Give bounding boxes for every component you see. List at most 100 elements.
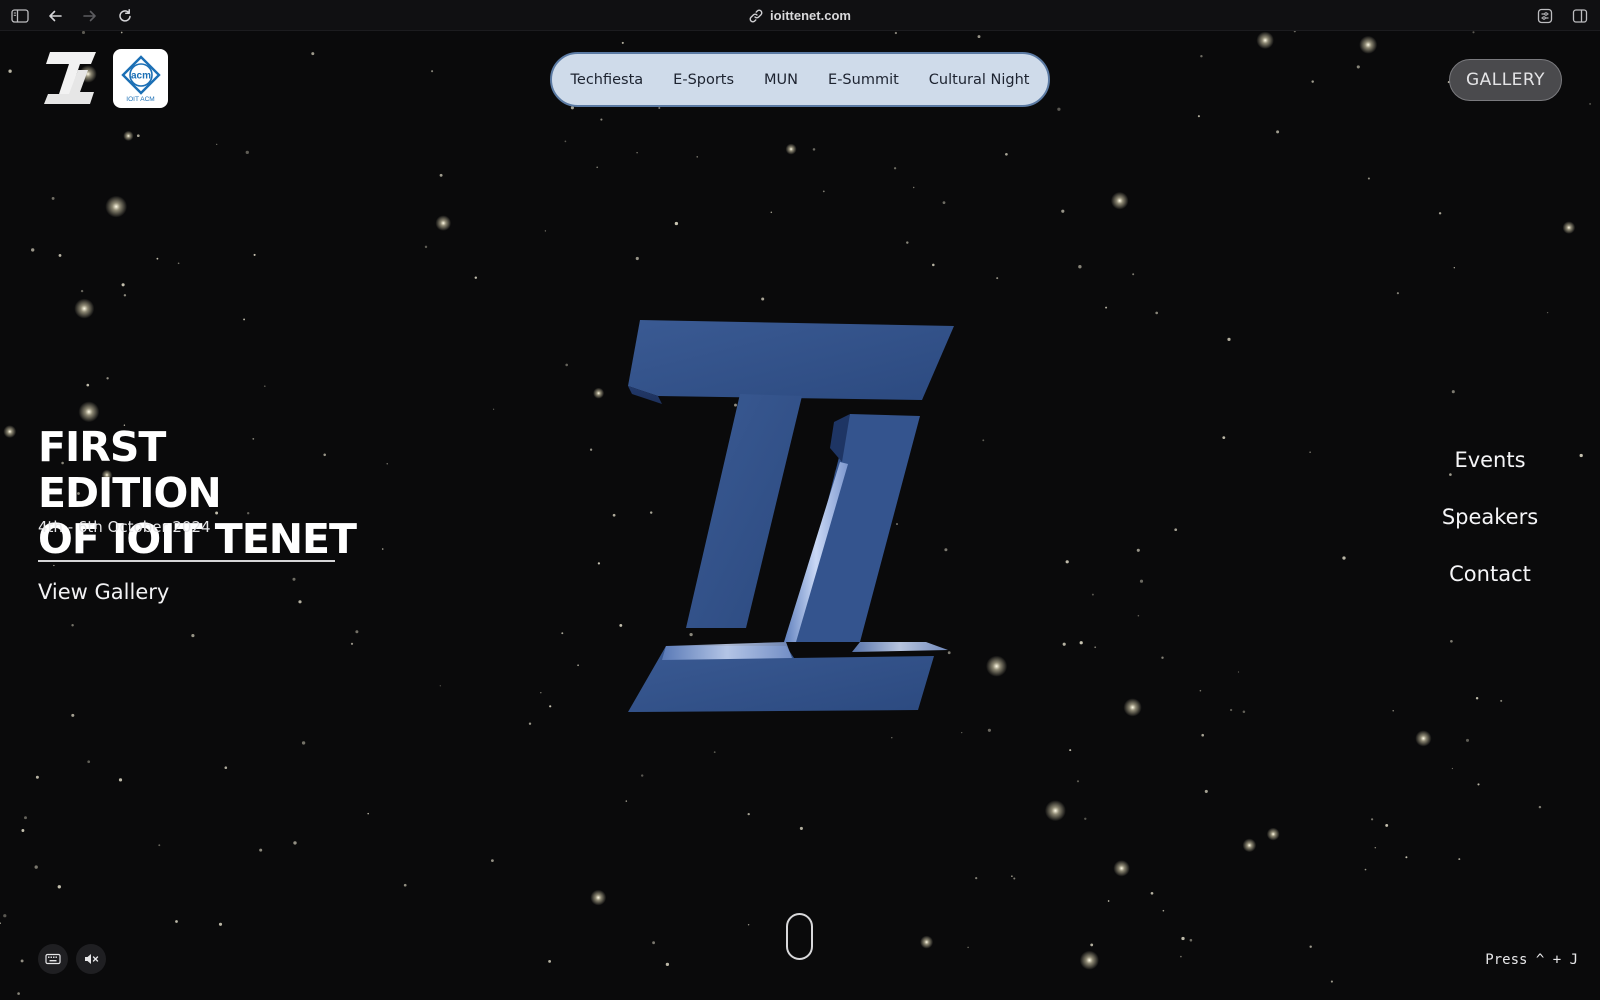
star <box>1451 390 1455 394</box>
star <box>439 173 443 177</box>
star <box>431 70 434 73</box>
star <box>975 877 978 880</box>
star <box>1139 579 1144 583</box>
star <box>961 731 963 734</box>
star <box>1438 212 1442 215</box>
star-glow <box>1242 838 1257 853</box>
star <box>982 439 985 442</box>
nav-contact[interactable]: Contact <box>1430 554 1550 611</box>
star <box>1161 656 1164 659</box>
star <box>799 826 803 830</box>
star <box>1132 273 1135 276</box>
back-icon[interactable] <box>45 6 65 26</box>
split-view-icon[interactable] <box>1570 6 1590 26</box>
star <box>1237 671 1240 673</box>
event-date: 4th - 6th October 2024 <box>38 518 211 536</box>
star <box>544 230 547 232</box>
star <box>597 562 601 565</box>
star <box>1451 767 1454 770</box>
nav-e-sports[interactable]: E-Sports <box>673 72 734 88</box>
star <box>106 377 109 380</box>
star <box>674 221 679 226</box>
keyboard-icon[interactable] <box>38 944 68 974</box>
star <box>53 564 55 567</box>
star <box>259 848 263 852</box>
star <box>1538 805 1542 809</box>
star-glow <box>1266 827 1280 841</box>
star <box>136 134 140 138</box>
star <box>381 548 384 550</box>
star <box>1356 65 1360 69</box>
star-glow <box>3 425 17 438</box>
star-glow <box>105 195 128 218</box>
star <box>1105 306 1108 309</box>
star-glow <box>123 130 134 141</box>
star <box>216 143 218 146</box>
star <box>932 263 935 267</box>
star <box>1013 877 1016 880</box>
star-glow <box>78 401 100 423</box>
star <box>1076 780 1080 783</box>
star <box>293 841 297 845</box>
star <box>218 922 223 926</box>
nav-e-summit[interactable]: E-Summit <box>828 72 899 88</box>
star <box>1465 738 1470 742</box>
star <box>424 245 428 249</box>
star <box>1107 900 1110 902</box>
star <box>243 318 246 321</box>
star <box>118 778 123 782</box>
nav-speakers[interactable]: Speakers <box>1430 497 1550 554</box>
star <box>58 253 62 257</box>
star-glow <box>1113 860 1130 877</box>
nav-events[interactable]: Events <box>1430 440 1550 497</box>
star <box>641 774 644 777</box>
scroll-indicator[interactable] <box>786 913 813 960</box>
nav-techfiesta[interactable]: Techfiesta <box>571 72 644 88</box>
star <box>1276 130 1280 134</box>
star <box>906 241 909 244</box>
gallery-button[interactable]: GALLERY <box>1449 59 1562 101</box>
forward-icon[interactable] <box>80 6 100 26</box>
sidebar-icon[interactable] <box>10 6 30 26</box>
extension-icon[interactable] <box>1535 6 1555 26</box>
browser-toolbar: ioittenet.com <box>0 0 1600 31</box>
mute-icon[interactable] <box>76 944 106 974</box>
star <box>177 262 180 265</box>
star <box>51 196 55 200</box>
star <box>942 201 946 205</box>
star <box>21 829 25 832</box>
star <box>625 800 628 802</box>
star <box>1201 733 1204 737</box>
url-text: ioittenet.com <box>770 8 851 23</box>
hero-title-line-1: FIRST EDITION <box>38 423 222 517</box>
star <box>0 922 1 925</box>
star <box>34 865 38 869</box>
star <box>589 448 593 451</box>
star <box>350 642 354 645</box>
star <box>1084 817 1087 820</box>
star <box>3 914 7 918</box>
star <box>1546 311 1549 314</box>
star <box>191 634 195 638</box>
tenet-logo[interactable] <box>40 48 100 108</box>
star <box>80 289 84 293</box>
star <box>1311 80 1314 83</box>
star <box>311 52 315 56</box>
address-bar[interactable]: ioittenet.com <box>749 8 851 23</box>
star <box>1309 451 1311 453</box>
view-gallery-link[interactable]: View Gallery <box>38 580 169 604</box>
star <box>565 363 568 367</box>
acm-logo[interactable]: acm IOIT ACM <box>113 49 168 108</box>
star <box>1242 710 1246 713</box>
nav-mun[interactable]: MUN <box>764 72 798 88</box>
star <box>35 775 39 779</box>
star <box>549 705 552 708</box>
star <box>1309 945 1312 948</box>
star <box>301 741 306 745</box>
star <box>439 685 441 687</box>
nav-cultural-night[interactable]: Cultural Night <box>929 72 1030 88</box>
reload-icon[interactable] <box>115 6 135 26</box>
star <box>600 118 603 121</box>
star <box>1062 642 1066 646</box>
star <box>1405 856 1408 859</box>
